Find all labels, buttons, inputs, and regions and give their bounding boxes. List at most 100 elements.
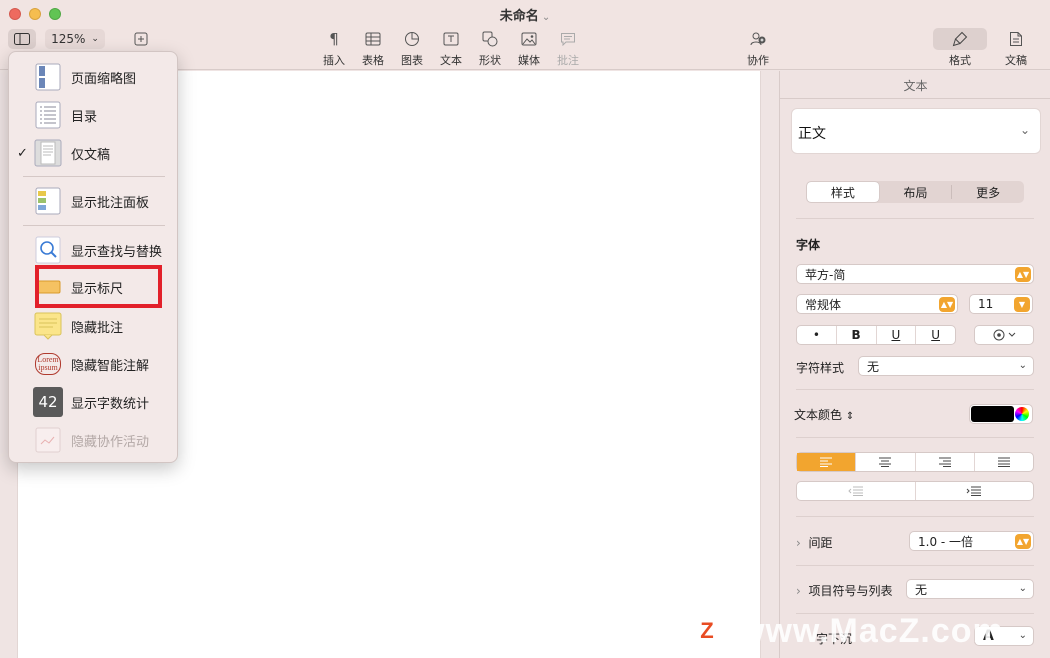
increase-indent-icon: [966, 486, 982, 496]
tab-layout[interactable]: 布局: [880, 181, 952, 203]
page-thumbnails-icon: [33, 62, 63, 92]
menu-item-page-thumbnails[interactable]: 页面缩略图: [9, 60, 179, 94]
zoom-select[interactable]: 125% ⌄: [45, 29, 105, 49]
format-inspector: 文本 正文 ⌄ 样式 布局 更多 字体 苹方-简 ▲▼ 常规体 ▲▼ 11 ▼ …: [779, 71, 1050, 658]
align-center-button[interactable]: [856, 453, 916, 471]
textbox-icon: [431, 30, 471, 48]
increase-indent-button[interactable]: [916, 482, 1034, 500]
paragraph-icon: ¶: [329, 30, 339, 48]
inspector-title: 文本: [903, 79, 928, 93]
decrease-indent-button[interactable]: [797, 482, 916, 500]
advanced-options-button[interactable]: [974, 325, 1034, 345]
menu-item-document-only[interactable]: ✓ 仅文稿: [9, 136, 179, 170]
inspector-divider: [780, 98, 1050, 99]
gear-icon: [993, 329, 1016, 341]
underline-button[interactable]: U: [916, 326, 955, 344]
font-size-stepper[interactable]: 11 ▼: [969, 294, 1033, 314]
divider: [796, 565, 1034, 566]
word-count-icon: 42: [33, 387, 63, 417]
color-swatch[interactable]: [971, 406, 1014, 422]
font-section-label: 字体: [796, 238, 821, 252]
chevron-right-icon: ›: [796, 536, 801, 550]
table-of-contents-icon: [33, 100, 63, 130]
note-icon: [33, 311, 63, 341]
table-button[interactable]: 表格: [353, 30, 393, 68]
text-options-button[interactable]: •: [797, 326, 837, 344]
chevron-down-icon: ▼: [1014, 297, 1030, 312]
document-button[interactable]: 文稿: [996, 30, 1036, 68]
menu-item-show-find-replace[interactable]: 显示查找与替换: [9, 233, 179, 267]
chevron-down-icon: ⌄: [1018, 360, 1027, 371]
indent-buttons: [796, 481, 1034, 501]
divider: [796, 437, 1034, 438]
paragraph-style-select[interactable]: 正文 ⌄: [791, 108, 1041, 154]
paintbrush-icon: [940, 30, 980, 48]
chart-icon: [392, 30, 432, 48]
media-button[interactable]: 媒体: [509, 30, 549, 68]
tab-more[interactable]: 更多: [952, 181, 1024, 203]
italic-button[interactable]: U: [877, 326, 917, 344]
document-only-icon: [33, 138, 63, 168]
menu-item-hide-collaboration-activity[interactable]: 隐藏协作活动: [9, 423, 179, 457]
bullets-disclosure[interactable]: › 项目符号与列表: [796, 582, 892, 599]
inspector-tabs: 样式 布局 更多: [806, 181, 1024, 203]
comment-icon: [548, 30, 588, 48]
document-title[interactable]: 未命名 ⌄: [0, 5, 1050, 24]
view-menu-button[interactable]: [8, 29, 36, 49]
character-style-label: 字符样式: [796, 361, 845, 375]
align-right-button[interactable]: [916, 453, 975, 471]
document-icon: [996, 30, 1036, 48]
shape-icon: [470, 30, 510, 48]
bold-button[interactable]: B: [837, 326, 877, 344]
divider: [796, 389, 1034, 390]
character-style-select[interactable]: 无 ⌄: [858, 356, 1034, 376]
align-center-icon: [879, 457, 892, 467]
watermark-text: www.MacZ.com: [738, 612, 1004, 650]
chart-button[interactable]: 图表: [392, 30, 432, 68]
updown-arrows-icon: ▲▼: [1015, 534, 1031, 549]
menu-item-hide-comments[interactable]: 隐藏批注: [9, 309, 179, 343]
align-left-icon: [820, 457, 833, 467]
format-button[interactable]: 格式: [940, 30, 980, 68]
menu-item-show-comments-pane[interactable]: 显示批注面板: [9, 184, 179, 218]
view-menu: 页面缩略图 目录 ✓ 仅文稿 显示批注面板 显示查找与替换 显示标尺 隐藏批注 …: [8, 51, 178, 463]
menu-item-show-word-count[interactable]: 42 显示字数统计: [9, 385, 179, 419]
decrease-indent-icon: [848, 486, 863, 496]
text-button[interactable]: 文本: [431, 30, 471, 68]
menu-item-hide-smart-annotations[interactable]: Lorem ipsum 隐藏智能注解: [9, 347, 179, 381]
watermark-logo: Z: [690, 614, 724, 648]
divider: [796, 218, 1034, 219]
tab-style[interactable]: 样式: [807, 182, 879, 202]
line-spacing-select[interactable]: 1.0 - 一倍 ▲▼: [909, 531, 1034, 551]
spacing-disclosure[interactable]: › 间距: [796, 534, 832, 551]
add-page-button[interactable]: [132, 30, 150, 48]
updown-arrows-icon: ▲▼: [939, 297, 955, 312]
align-left-button[interactable]: [797, 453, 857, 471]
justify-button[interactable]: [975, 453, 1033, 471]
text-color-label[interactable]: 文本颜色 ⇕: [794, 406, 854, 423]
add-page-icon: [134, 32, 148, 46]
align-right-icon: [938, 457, 951, 467]
search-icon: [33, 235, 63, 265]
bullets-select[interactable]: 无 ⌄: [906, 579, 1034, 599]
watermark: Z www.MacZ.com: [690, 610, 1040, 652]
collaboration-activity-icon: [33, 425, 63, 455]
font-family-select[interactable]: 苹方-简 ▲▼: [796, 264, 1034, 284]
smart-annotation-icon: Lorem ipsum: [33, 349, 63, 379]
chevron-right-icon: ›: [796, 584, 801, 598]
comment-button[interactable]: 批注: [548, 30, 588, 68]
updown-chevron-icon: ⇕: [845, 411, 855, 422]
collaborate-button[interactable]: 协作: [738, 30, 778, 68]
shape-button[interactable]: 形状: [470, 30, 510, 68]
insert-button[interactable]: ¶ 插入: [314, 30, 354, 68]
highlight-box: [35, 265, 162, 308]
font-weight-select[interactable]: 常规体 ▲▼: [796, 294, 958, 314]
chevron-down-icon: ⌄: [541, 12, 551, 23]
chevron-down-icon: ⌄: [1018, 583, 1027, 594]
sidebar-icon: [14, 33, 30, 45]
vertical-scrollbar[interactable]: [766, 71, 778, 658]
color-wheel-icon[interactable]: [1015, 407, 1029, 421]
updown-arrows-icon: ▲▼: [1015, 267, 1031, 282]
text-color-well[interactable]: [969, 404, 1033, 424]
menu-item-table-of-contents[interactable]: 目录: [9, 98, 179, 132]
